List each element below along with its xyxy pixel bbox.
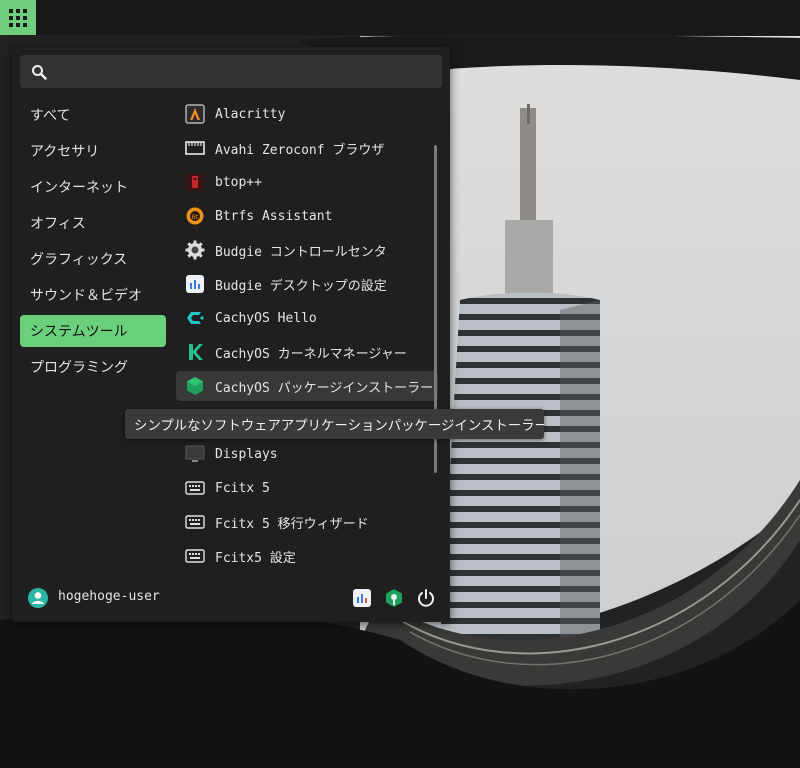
category-label: サウンド＆ビデオ [30, 288, 142, 304]
app-item-cachyos-hello[interactable]: CachyOS Hello [176, 303, 438, 333]
category-label: インターネット [30, 180, 128, 196]
app-tooltip: シンプルなソフトウェアアプリケーションパッケージインストーラー [125, 409, 544, 439]
app-label: Avahi Zeroconf ブラウザ [215, 142, 385, 158]
app-label: Budgie デスクトップの設定 [215, 278, 387, 294]
category-list: すべて アクセサリ インターネット オフィス グラフィックス サウンド＆ビデオ … [20, 99, 166, 387]
app-list: Alacritty Avahi Zeroconf ブラウザ btop++ Bt … [176, 99, 438, 575]
app-label: Btrfs Assistant [215, 208, 333, 224]
app-label: btop++ [215, 174, 262, 190]
network-icon [185, 141, 205, 155]
app-item-displays[interactable]: Displays [176, 439, 438, 469]
category-graphics[interactable]: グラフィックス [20, 243, 166, 275]
app-label: Displays [215, 446, 278, 462]
app-label: Fcitx 5 [215, 480, 270, 496]
app-item-btop[interactable]: btop++ [176, 167, 438, 197]
package-installer-icon[interactable] [384, 588, 404, 608]
category-programming[interactable]: プログラミング [20, 351, 166, 383]
user-name[interactable]: hogehoge-user [58, 589, 160, 604]
category-label: プログラミング [30, 360, 128, 376]
app-item-fcitx5[interactable]: Fcitx 5 [176, 473, 438, 503]
app-item-budgie-desktop-settings[interactable]: Budgie デスクトップの設定 [176, 269, 438, 299]
keyboard-icon [185, 515, 205, 529]
app-item-alacritty[interactable]: Alacritty [176, 99, 438, 129]
keyboard-icon [185, 481, 205, 495]
btop-icon [186, 173, 204, 191]
app-menu-button[interactable] [0, 0, 36, 35]
user-avatar-icon[interactable] [28, 588, 48, 608]
search-input[interactable] [56, 55, 440, 90]
app-menu: すべて アクセサリ インターネット オフィス グラフィックス サウンド＆ビデオ … [12, 47, 450, 622]
grid-icon [9, 8, 27, 27]
app-label: Fcitx5 設定 [215, 550, 296, 566]
kernel-manager-icon [189, 344, 203, 360]
power-icon[interactable] [416, 588, 436, 608]
svg-text:Bt: Bt [192, 214, 199, 221]
desktop-settings-icon [186, 275, 204, 293]
app-item-fcitx5-settings[interactable]: Fcitx5 設定 [176, 541, 438, 571]
app-item-avahi-browser[interactable]: Avahi Zeroconf ブラウザ [176, 133, 438, 163]
category-office[interactable]: オフィス [20, 207, 166, 239]
app-item-btrfs-assistant[interactable]: Bt Btrfs Assistant [176, 201, 438, 231]
category-sound-video[interactable]: サウンド＆ビデオ [20, 279, 166, 311]
package-installer-icon [187, 377, 203, 395]
category-label: システムツール [30, 324, 128, 340]
monitor-icon [185, 445, 205, 462]
app-label: Budgie コントロールセンタ [215, 244, 387, 260]
category-label: グラフィックス [30, 252, 128, 268]
app-item-cachyos-package-installer[interactable]: CachyOS パッケージインストーラー [176, 371, 438, 401]
category-label: すべて [30, 108, 71, 124]
cachyos-icon [187, 312, 204, 324]
category-label: アクセサリ [30, 144, 100, 160]
app-label: CachyOS Hello [215, 310, 317, 326]
alacritty-icon [185, 104, 205, 124]
app-item-budgie-control-center[interactable]: Budgie コントロールセンタ [176, 235, 438, 265]
search-box[interactable] [20, 55, 442, 90]
app-item-cachyos-kernel-manager[interactable]: CachyOS カーネルマネージャー [176, 337, 438, 367]
app-item-fcitx5-migrator[interactable]: Fcitx 5 移行ウィザード [176, 507, 438, 537]
app-label: CachyOS パッケージインストーラー [215, 380, 434, 396]
btrfs-icon: Bt [186, 207, 204, 225]
top-panel [0, 0, 800, 36]
desktop-settings-icon[interactable] [352, 588, 372, 608]
keyboard-icon [185, 549, 205, 563]
category-accessories[interactable]: アクセサリ [20, 135, 166, 167]
category-label: オフィス [30, 216, 86, 232]
category-system-tools[interactable]: システムツール [20, 315, 166, 347]
app-label: Fcitx 5 移行ウィザード [215, 516, 369, 532]
menu-footer: hogehoge-user [12, 583, 450, 613]
gear-icon [185, 240, 205, 260]
app-label: Alacritty [215, 106, 286, 122]
tooltip-text: シンプルなソフトウェアアプリケーションパッケージインストーラー [134, 419, 544, 434]
category-all[interactable]: すべて [20, 99, 166, 131]
search-icon [32, 65, 47, 80]
app-label: CachyOS カーネルマネージャー [215, 346, 407, 362]
category-internet[interactable]: インターネット [20, 171, 166, 203]
